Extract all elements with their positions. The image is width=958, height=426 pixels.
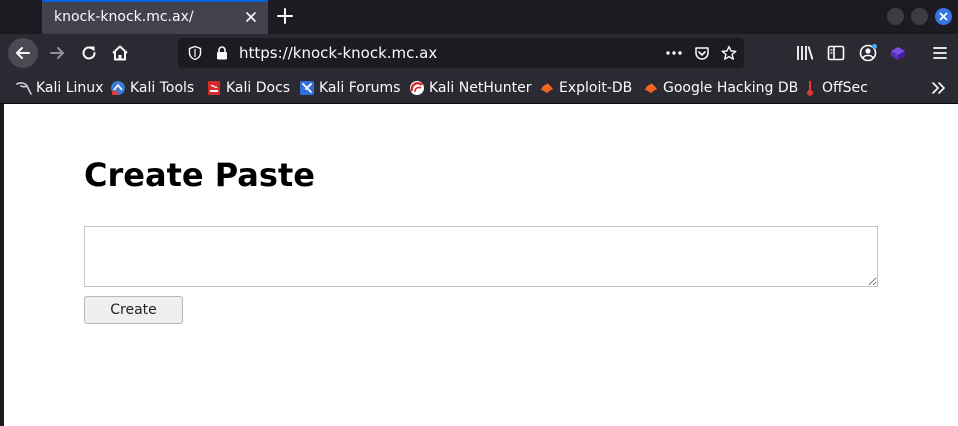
menu-hamburger-icon[interactable] (930, 43, 950, 63)
url-bar[interactable]: https://knock-knock.mc.ax (178, 38, 744, 68)
active-tab[interactable]: knock-knock.mc.ax/ (42, 0, 268, 34)
library-icon[interactable] (795, 43, 815, 63)
bookmark-label: Kali NetHunter (429, 80, 532, 96)
kali-docs-icon (208, 81, 220, 95)
reload-button[interactable] (74, 38, 104, 68)
bookmark-kali-forums[interactable]: Kali Forums (299, 79, 400, 97)
home-button[interactable] (105, 38, 135, 68)
page-title: Create Paste (84, 156, 315, 194)
forward-arrow-icon (50, 47, 64, 59)
maximize-window-button[interactable] (911, 8, 928, 25)
ghdb-icon (645, 83, 657, 93)
extension-icon[interactable] (888, 43, 908, 63)
bookmark-offsec[interactable]: OffSec (802, 79, 868, 97)
page-content: Create Paste Create (4, 104, 958, 426)
bookmark-label: Kali Linux (36, 80, 104, 96)
back-button[interactable] (8, 38, 38, 68)
padlock-icon[interactable] (214, 45, 230, 61)
bookmark-label: Kali Forums (319, 80, 401, 96)
bookmark-kali-tools[interactable]: Kali Tools (110, 79, 194, 97)
bookmark-kali-nethunter[interactable]: Kali NetHunter (409, 79, 531, 97)
tab-title: knock-knock.mc.ax/ (54, 9, 194, 25)
back-arrow-icon (16, 47, 30, 59)
forward-button[interactable] (42, 38, 72, 68)
tracking-shield-icon[interactable] (187, 45, 203, 61)
bookmark-google-hacking-db[interactable]: Google Hacking DB (643, 79, 798, 97)
kali-forums-icon (300, 81, 314, 95)
bookmark-label: Exploit-DB (559, 80, 633, 96)
kali-tools-icon (111, 81, 125, 95)
paste-textarea[interactable] (84, 226, 878, 287)
pocket-icon[interactable] (694, 45, 710, 61)
navigation-toolbar: https://knock-knock.mc.ax 3 (0, 34, 958, 84)
new-tab-plus-icon[interactable] (274, 5, 296, 27)
tab-bar: knock-knock.mc.ax/ (0, 0, 958, 34)
minimize-window-button[interactable] (887, 8, 904, 25)
page-actions-more-icon[interactable] (665, 45, 682, 61)
home-icon (112, 45, 128, 61)
reload-icon (82, 46, 96, 60)
kali-dragon-icon (16, 82, 32, 95)
close-window-button[interactable] (935, 8, 952, 25)
kali-nethunter-icon (410, 81, 424, 95)
bookmarks-toolbar: Kali Linux Kali Tools Kali Docs Kali For… (0, 72, 958, 104)
account-icon[interactable] (858, 43, 878, 63)
tab-close-icon[interactable] (244, 10, 258, 24)
exploit-db-icon (541, 83, 553, 93)
sidebar-toggle-icon[interactable] (826, 43, 846, 63)
bookmark-kali-docs[interactable]: Kali Docs (206, 79, 290, 97)
bookmark-exploit-db[interactable]: Exploit-DB (539, 79, 632, 97)
more-bookmarks-chevron-icon[interactable] (930, 80, 946, 96)
bookmark-kali-linux[interactable]: Kali Linux (16, 79, 103, 97)
bookmark-label: Google Hacking DB (663, 80, 799, 96)
close-icon (939, 12, 948, 21)
url-text[interactable]: https://knock-knock.mc.ax (239, 44, 437, 62)
bookmark-star-icon[interactable] (721, 45, 737, 61)
offsec-icon (807, 81, 813, 96)
bookmark-label: Kali Docs (226, 80, 291, 96)
create-button[interactable]: Create (84, 296, 183, 324)
bookmark-label: Kali Tools (130, 80, 195, 96)
bookmark-label: OffSec (822, 80, 868, 96)
